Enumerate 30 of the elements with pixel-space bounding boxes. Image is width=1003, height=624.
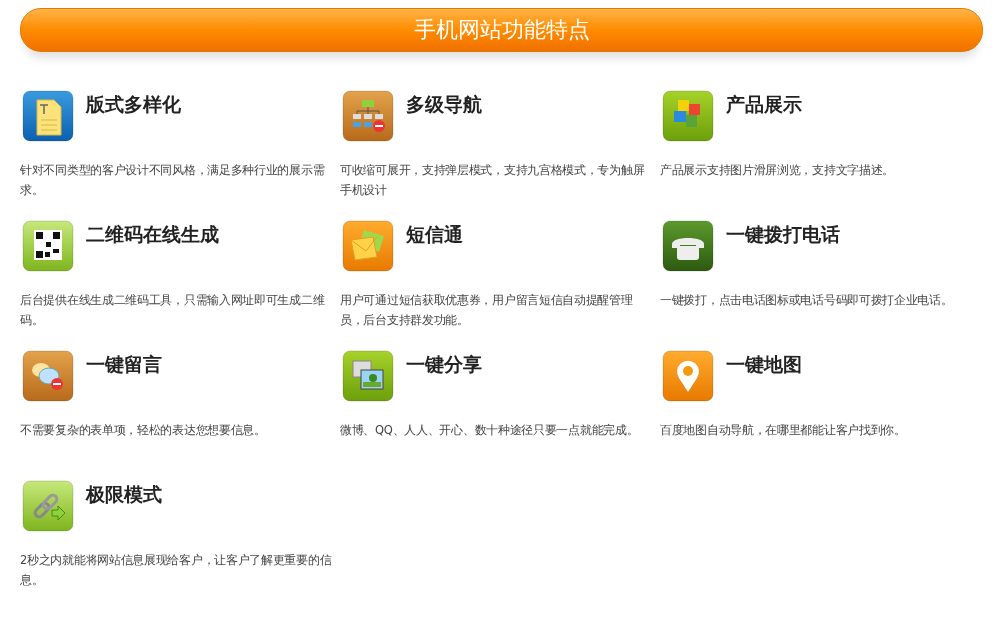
feature-title: 产品展示 (726, 92, 802, 117)
feature-title: 版式多样化 (86, 92, 181, 117)
feature-description: 针对不同类型的客户设计不同风格，满足多种行业的展示需求。 (20, 162, 326, 199)
feature-description: 可收缩可展开，支持弹层模式，支持九宫格模式，专为触屏手机设计 (340, 162, 646, 199)
feature-description: 百度地图自动导航，在哪里都能让客户找到你。 (660, 422, 907, 439)
feature-title: 一键拨打电话 (726, 222, 840, 247)
phone-icon (662, 220, 714, 274)
feature-title: 一键留言 (86, 352, 162, 377)
document-icon (22, 90, 74, 144)
feature-description: 微博、QQ、人人、开心、数十种途径只要一点就能完成。 (340, 422, 640, 439)
sitemap-icon (342, 90, 394, 144)
feature-description: 一键拨打，点击电话图标或电话号码即可拨打企业电话。 (660, 292, 954, 309)
feature-description: 后台提供在线生成二维码工具，只需输入网址即可生成二维码。 (20, 292, 326, 329)
feature-title: 二维码在线生成 (86, 222, 219, 247)
feature-title: 极限模式 (86, 482, 162, 507)
feature-title: 短信通 (406, 222, 463, 247)
chat-icon (22, 350, 74, 404)
picture-icon (342, 350, 394, 404)
feature-description: 2秒之内就能将网站信息展现给客户，让客户了解更重要的信息。 (20, 552, 332, 589)
feature-title: 一键地图 (726, 352, 802, 377)
feature-title: 一键分享 (406, 352, 482, 377)
banner-title: 手机网站功能特点 (413, 16, 590, 44)
feature-description: 产品展示支持图片滑屏浏览，支持文字描述。 (660, 162, 895, 179)
qrcode-icon (22, 220, 74, 274)
feature-title: 多级导航 (406, 92, 482, 117)
link-icon (22, 480, 74, 534)
feature-description: 不需要复杂的表单项，轻松的表达您想要信息。 (20, 422, 267, 439)
pin-icon (662, 350, 714, 404)
feature-description: 用户可通过短信获取优惠券，用户留言短信自动提醒管理员，后台支持群发功能。 (340, 292, 634, 329)
envelope-icon (342, 220, 394, 274)
